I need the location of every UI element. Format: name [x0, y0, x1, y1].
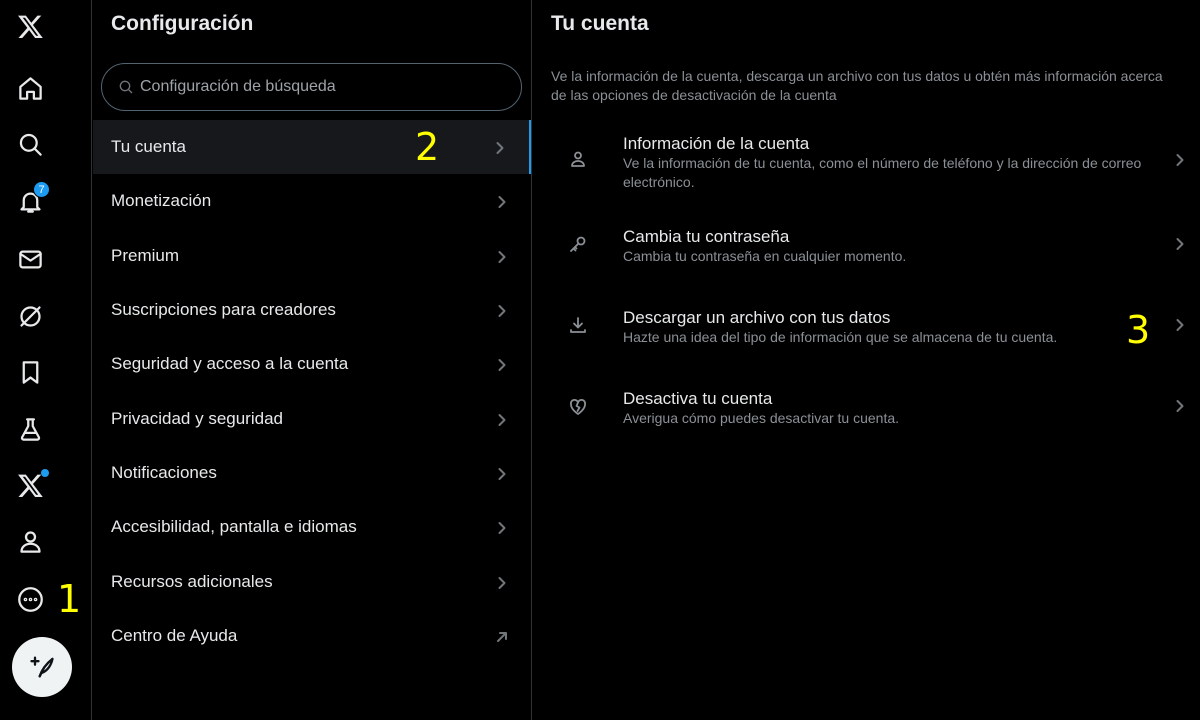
chevron-right-icon [495, 412, 509, 426]
account-item-subtitle: Averigua cómo puedes desactivar tu cuent… [623, 410, 900, 426]
settings-item-label: Monetización [111, 191, 212, 211]
account-title: Tu cuenta [551, 12, 649, 35]
new-dot [41, 469, 49, 477]
settings-search-input[interactable] [140, 78, 500, 96]
settings-item-seguridad[interactable]: Seguridad y acceso a la cuenta [93, 337, 531, 391]
bookmark-icon[interactable] [6, 348, 54, 396]
post-button[interactable] [12, 637, 72, 697]
external-link-icon [495, 629, 509, 643]
settings-item-tu-cuenta[interactable]: Tu cuenta 2 [93, 120, 531, 175]
settings-item-label: Premium [111, 245, 180, 265]
settings-item-monetizacion[interactable]: Monetización [93, 174, 531, 228]
settings-item-label: Privacidad y seguridad [111, 408, 283, 428]
chevron-right-icon [495, 466, 509, 480]
account-item-desactivar[interactable]: Desactiva tu cuenta Averigua cómo puedes… [533, 374, 1200, 438]
account-item-title: Descargar un archivo con tus datos [623, 308, 891, 327]
settings-menu: Tu cuenta 2 Monetización Premium Suscrip… [93, 120, 531, 663]
account-item-descargar[interactable]: Descargar un archivo con tus datos Hazte… [533, 293, 1200, 357]
settings-item-premium[interactable]: Premium [93, 229, 531, 283]
home-icon[interactable] [6, 64, 54, 112]
app: 7 1 Configuración Configuración de búsqu… [0, 0, 1200, 720]
chevron-right-icon [495, 303, 509, 318]
chevron-right-icon [495, 194, 509, 209]
account-item-subtitle: Ve la información de tu cuenta, como el … [623, 155, 1142, 190]
account-item-title: Información de la cuenta [623, 134, 810, 153]
person-icon [569, 150, 587, 168]
account-item-informacion[interactable]: Información de la cuenta Ve la informaci… [533, 120, 1200, 200]
primary-nav: 7 1 [0, 0, 92, 720]
key-icon [569, 235, 587, 253]
settings-item-label: Recursos adicionales [111, 571, 273, 591]
annotation-2: 2 [415, 125, 440, 169]
annotation-1: 1 [57, 577, 82, 621]
account-column: Tu cuenta Ve la información de la cuenta… [533, 0, 1200, 720]
settings-item-centro-ayuda[interactable]: Centro de Ayuda [93, 609, 531, 663]
account-item-contrasena[interactable]: Cambia tu contraseña Cambia tu contraseñ… [533, 212, 1200, 276]
settings-item-label: Tu cuenta [111, 137, 186, 157]
flask-icon[interactable] [6, 405, 54, 453]
profile-icon[interactable] [6, 517, 54, 565]
broken-heart-icon [569, 398, 587, 416]
settings-item-label: Accesibilidad, pantalla e idiomas [111, 517, 357, 537]
settings-item-accesibilidad[interactable]: Accesibilidad, pantalla e idiomas [93, 500, 531, 554]
settings-item-suscripciones[interactable]: Suscripciones para creadores [93, 283, 531, 337]
mail-icon[interactable] [6, 235, 54, 283]
settings-title: Configuración [111, 12, 254, 35]
download-icon [569, 316, 587, 334]
chevron-right-icon [495, 520, 509, 535]
settings-column: Configuración Tu cuenta 2 Monetización P… [93, 0, 532, 720]
grok-icon[interactable] [6, 292, 54, 340]
chevron-right-icon [1173, 399, 1187, 413]
account-description: Ve la información de la cuenta, descarga… [551, 68, 1163, 103]
search-icon[interactable] [6, 120, 54, 168]
chevron-right-icon [495, 357, 509, 372]
search-icon [119, 80, 133, 94]
more-icon[interactable] [6, 575, 54, 623]
chevron-right-icon [493, 140, 507, 155]
settings-item-notificaciones[interactable]: Notificaciones [93, 446, 531, 500]
feather-plus-icon [30, 656, 54, 678]
settings-item-label: Seguridad y acceso a la cuenta [111, 354, 349, 374]
account-item-title: Desactiva tu cuenta [623, 389, 773, 408]
notifications-badge: 7 [33, 181, 50, 198]
x-premium-icon[interactable] [6, 461, 54, 509]
x-logo-icon[interactable] [6, 2, 54, 50]
account-item-subtitle: Cambia tu contraseña en cualquier moment… [623, 248, 907, 264]
account-item-title: Cambia tu contraseña [623, 227, 790, 246]
account-item-subtitle: Hazte una idea del tipo de información q… [623, 329, 1058, 345]
chevron-right-icon [495, 249, 509, 263]
settings-search[interactable] [101, 63, 522, 111]
chevron-right-icon [1173, 153, 1187, 167]
notifications-icon[interactable]: 7 [6, 177, 54, 225]
settings-item-recursos[interactable]: Recursos adicionales [93, 554, 531, 608]
settings-item-label: Notificaciones [111, 462, 217, 482]
settings-item-label: Centro de Ayuda [111, 625, 238, 645]
settings-item-label: Suscripciones para creadores [111, 300, 336, 320]
chevron-right-icon [1173, 318, 1187, 332]
settings-item-privacidad[interactable]: Privacidad y seguridad [93, 391, 531, 445]
chevron-right-icon [495, 575, 509, 589]
chevron-right-icon [1173, 237, 1187, 251]
annotation-3: 3 [1126, 308, 1151, 352]
